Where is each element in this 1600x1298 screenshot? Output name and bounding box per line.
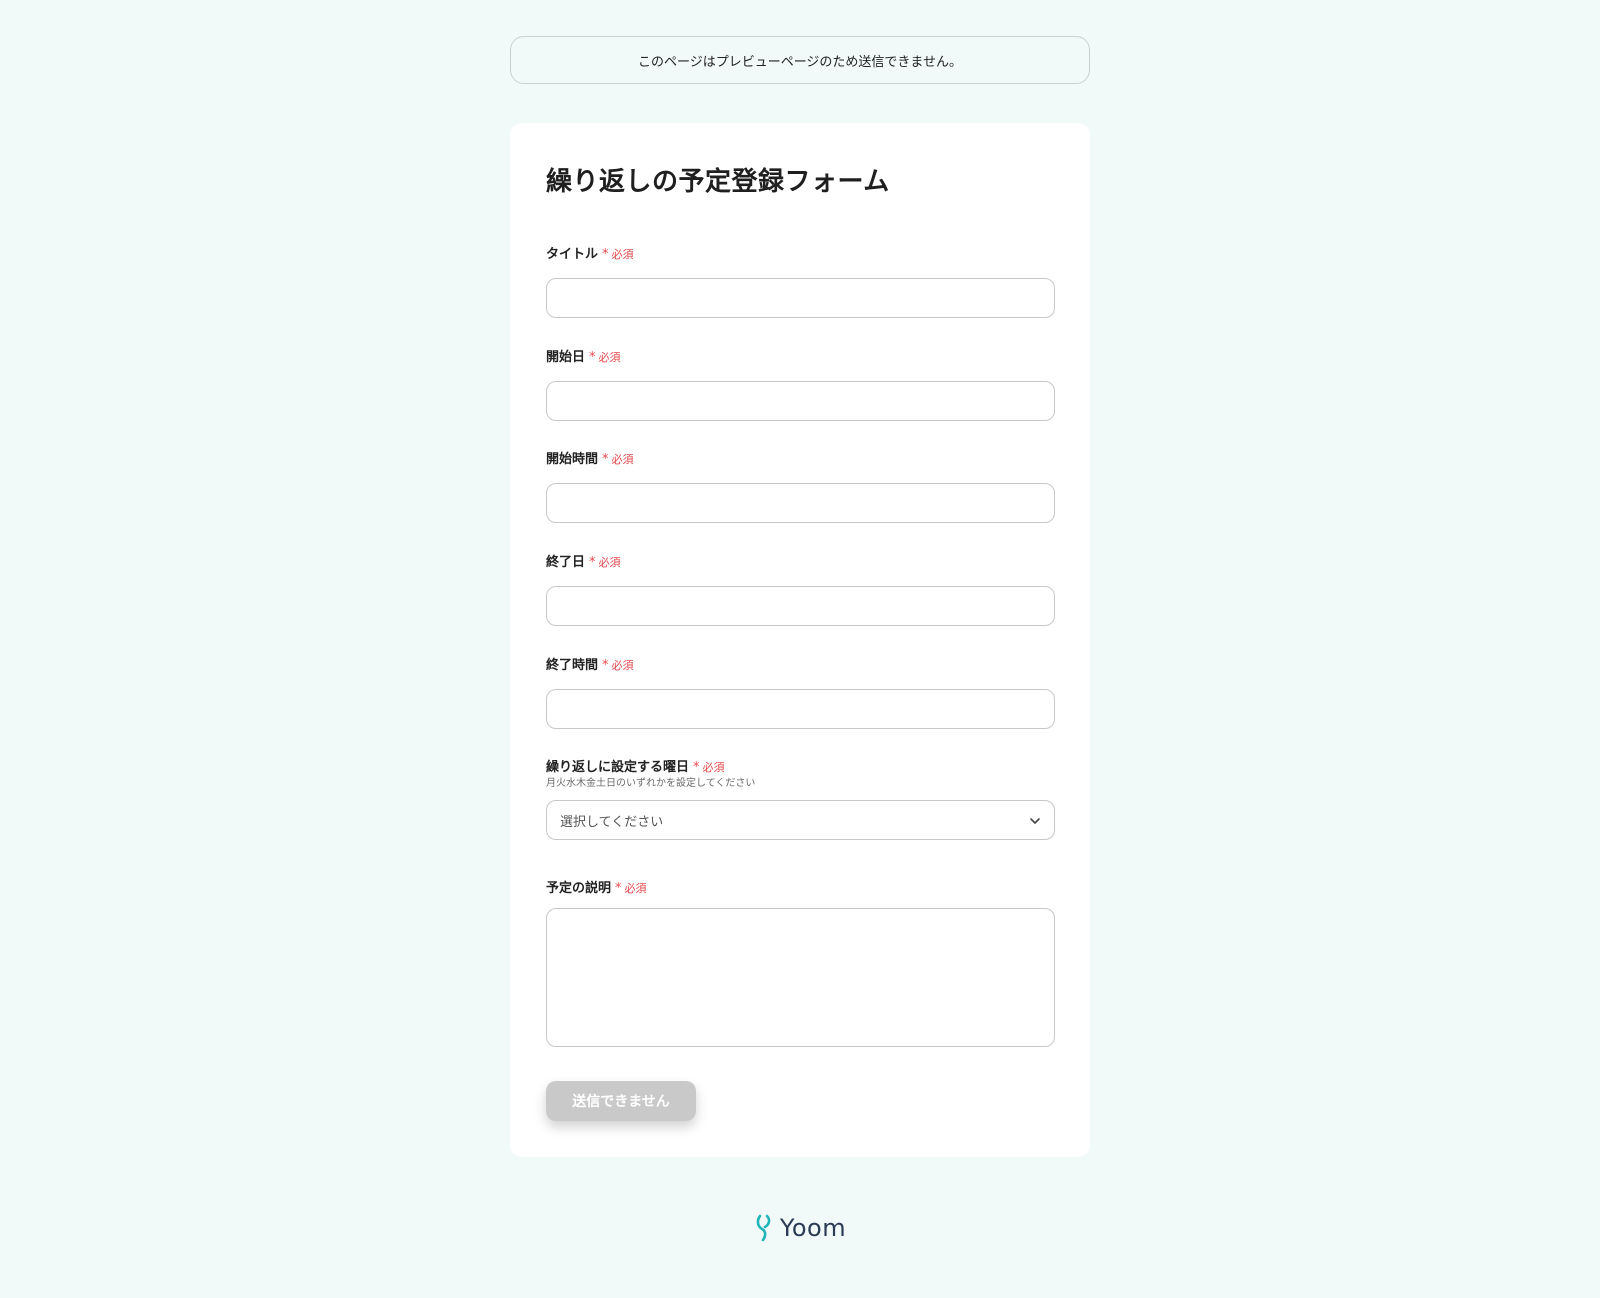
footer: Yoom [0,1213,1600,1243]
field-title: タイトル * 必須 [546,246,1055,318]
field-description: 予定の説明 * 必須 [546,880,1055,1047]
required-asterisk: * [602,452,609,467]
required-label: 必須 [598,556,621,569]
field-label-row: 予定の説明 * 必須 [546,880,1055,898]
field-label-row: 開始日 * 必須 [546,349,1055,367]
required-label: 必須 [611,453,634,466]
field-label-row: タイトル * 必須 [546,246,1055,264]
select-value: 選択してください [560,814,664,830]
required-asterisk: * [615,881,622,896]
weekday-select[interactable]: 選択してください [546,800,1055,840]
title-input[interactable] [546,278,1055,318]
chevron-down-icon [1030,818,1040,824]
field-repeat-weekday: 繰り返しに設定する曜日 * 必須 月火水木金土日のいずれかを設定してください 選… [546,759,1055,840]
yoom-logo-icon [756,1214,771,1242]
field-label: 終了日 [546,555,586,570]
field-end-date: 終了日 * 必須 [546,554,1055,626]
end-date-input[interactable] [546,586,1055,626]
required-asterisk: * [602,658,609,673]
required-label: 必須 [702,761,725,774]
brand-logo[interactable]: Yoom [754,1213,846,1243]
preview-notice-banner: このページはプレビューページのため送信できません。 [510,36,1090,84]
start-date-input[interactable] [546,381,1055,421]
field-label: 予定の説明 [546,881,612,896]
submit-button[interactable]: 送信できません [546,1081,696,1121]
required-label: 必須 [611,248,634,261]
field-label: 終了時間 [546,658,599,673]
form-card: 繰り返しの予定登録フォーム タイトル * 必須 開始日 * 必須 開始時間 * … [510,123,1090,1157]
preview-notice-text: このページはプレビューページのため送信できません。 [637,54,963,70]
field-start-time: 開始時間 * 必須 [546,451,1055,523]
required-asterisk: * [589,350,596,365]
field-label: タイトル [546,247,599,262]
required-label: 必須 [611,659,634,672]
start-time-input[interactable] [546,483,1055,523]
required-asterisk: * [602,247,609,262]
description-textarea[interactable] [546,908,1055,1047]
field-label-row: 終了日 * 必須 [546,554,1055,572]
field-label: 開始日 [546,350,586,365]
field-end-time: 終了時間 * 必須 [546,657,1055,729]
field-label-row: 終了時間 * 必須 [546,657,1055,675]
required-label: 必須 [624,882,647,895]
required-asterisk: * [589,555,596,570]
required-asterisk: * [693,760,700,775]
field-label: 繰り返しに設定する曜日 [546,760,690,775]
field-help-text: 月火水木金土日のいずれかを設定してください [546,778,756,789]
brand-name: Yoom [779,1214,847,1242]
required-label: 必須 [598,351,621,364]
field-start-date: 開始日 * 必須 [546,349,1055,421]
field-label-row: 開始時間 * 必須 [546,451,1055,469]
field-label: 開始時間 [546,452,599,467]
form-title: 繰り返しの予定登録フォーム [546,167,890,197]
end-time-input[interactable] [546,689,1055,729]
field-label-row: 繰り返しに設定する曜日 * 必須 [546,759,1055,777]
